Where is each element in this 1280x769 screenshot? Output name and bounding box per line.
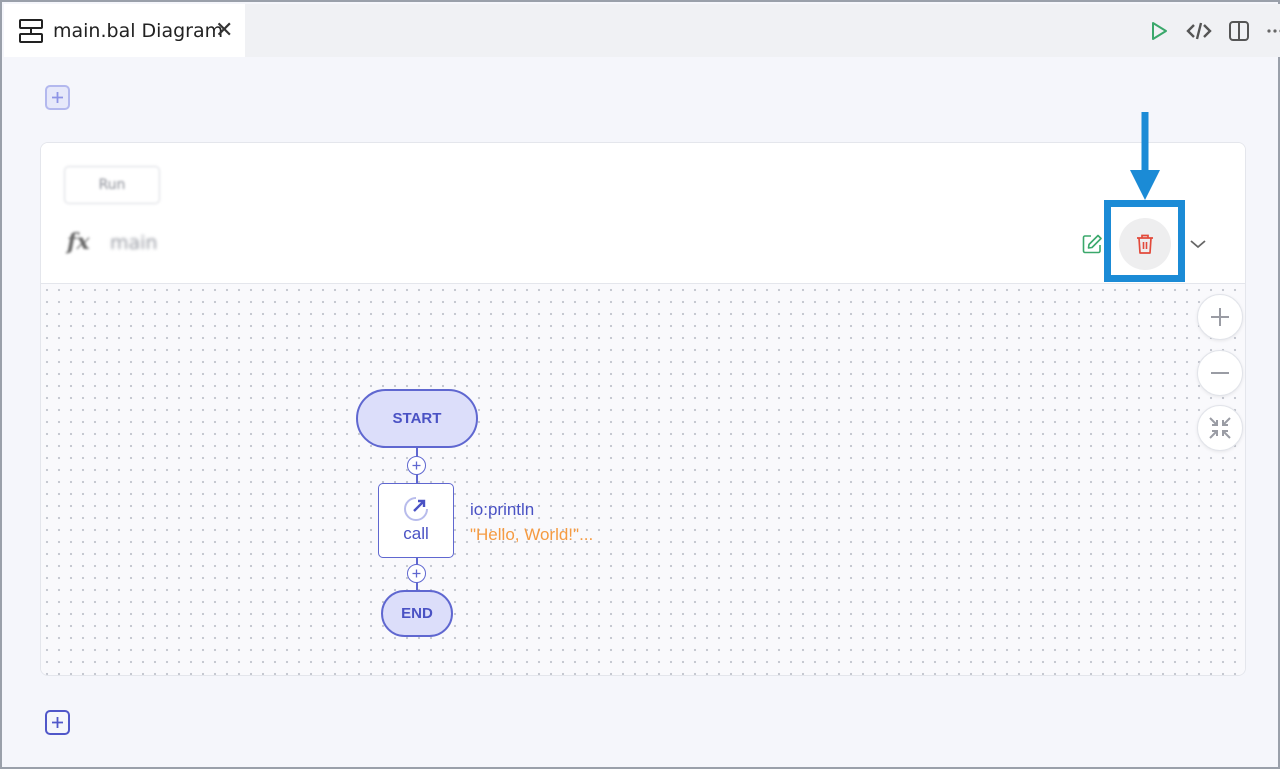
call-argument: "Hello, World!"... [470, 525, 594, 544]
highlight-box [1104, 200, 1185, 282]
fit-to-screen-button[interactable] [1197, 405, 1243, 451]
zoom-in-button[interactable] [1197, 294, 1243, 340]
run-button[interactable]: Run [64, 166, 160, 204]
more-icon[interactable] [1266, 18, 1280, 44]
zoom-out-button[interactable] [1197, 350, 1243, 396]
edit-icon [1082, 234, 1102, 254]
split-editor-icon[interactable] [1226, 18, 1252, 44]
editor-actions [1132, 18, 1280, 44]
tab-main-bal-diagram[interactable]: main.bal Diagram ✕ [4, 4, 245, 57]
function-header: Run fx main [41, 143, 1245, 284]
plus-icon [412, 461, 421, 470]
plus-icon [52, 717, 63, 728]
diagram-icon [19, 19, 43, 43]
call-function-name: io:println [470, 500, 535, 519]
close-icon[interactable]: ✕ [215, 18, 233, 44]
start-node[interactable]: START [356, 389, 478, 448]
function-name: main [110, 232, 158, 254]
function-card: Run fx main START call io:println "Hello… [40, 142, 1246, 676]
add-construct-button-bottom[interactable] [45, 710, 70, 735]
run-icon[interactable] [1146, 18, 1172, 44]
add-construct-button-top[interactable] [45, 85, 70, 110]
edit-function-button[interactable] [1081, 233, 1103, 255]
window-frame: main.bal Diagram ✕ Run fx main START cal… [0, 0, 1280, 769]
collapse-icon [1209, 417, 1231, 439]
add-statement-button[interactable] [407, 564, 426, 583]
editor-tab-bar: main.bal Diagram ✕ [4, 4, 1280, 57]
chevron-down-icon[interactable] [1187, 233, 1209, 255]
add-statement-button[interactable] [407, 456, 426, 475]
tab-label: main.bal Diagram [53, 20, 224, 42]
call-node[interactable]: call [378, 483, 454, 558]
zoom-out-icon [1211, 372, 1229, 374]
call-node-label: call [403, 524, 429, 543]
plus-icon [412, 569, 421, 578]
function-icon: fx [67, 229, 90, 255]
end-node[interactable]: END [381, 590, 453, 637]
arrow-down-icon [1130, 112, 1160, 200]
code-icon[interactable] [1186, 18, 1212, 44]
zoom-in-icon [1211, 308, 1229, 326]
call-icon [404, 497, 428, 521]
diagram-canvas[interactable]: START call io:println "Hello, World!"...… [41, 284, 1245, 675]
plus-icon [52, 92, 63, 103]
